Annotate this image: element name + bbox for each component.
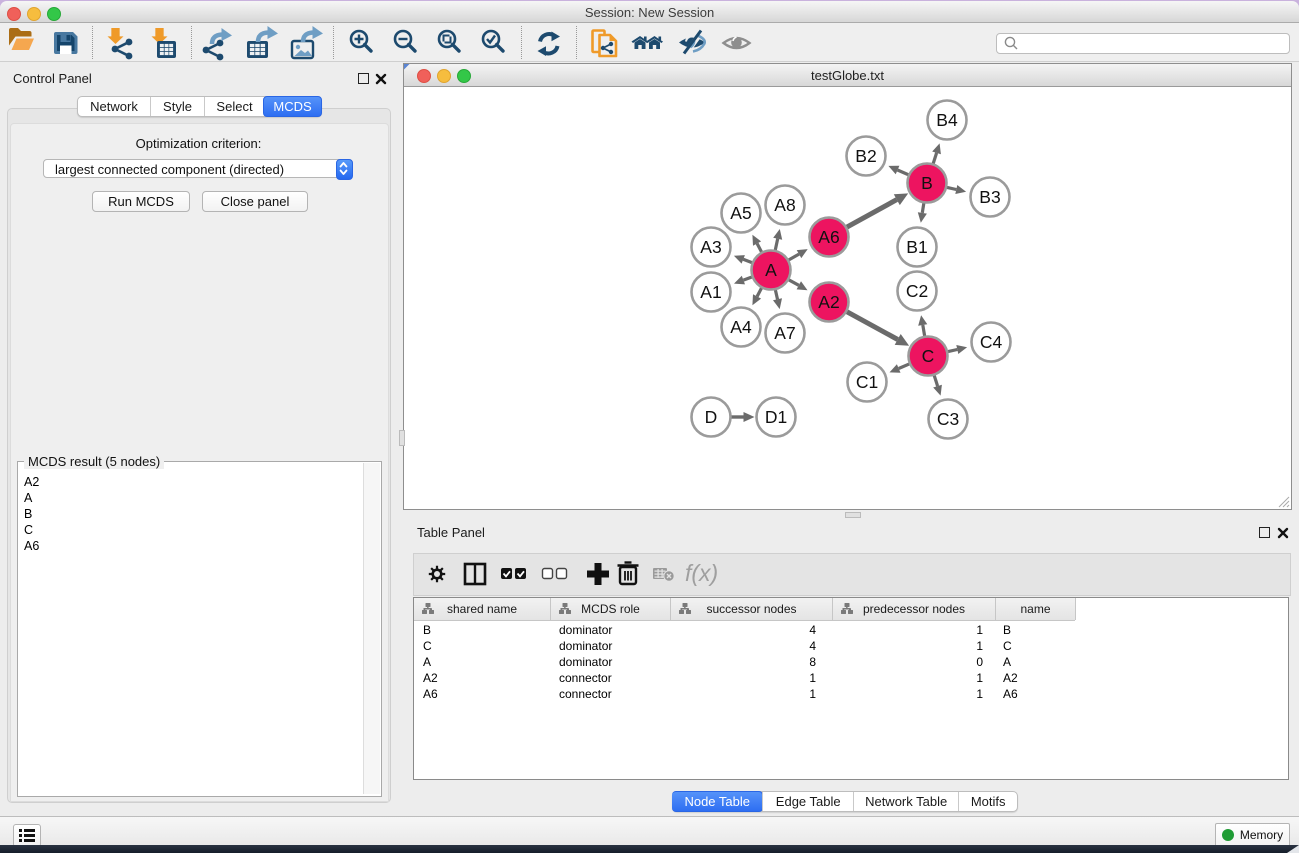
svg-text:A6: A6 (818, 227, 839, 247)
svg-text:A4: A4 (730, 317, 752, 337)
svg-text:C: C (922, 346, 935, 366)
svg-text:C3: C3 (937, 409, 959, 429)
svg-text:C4: C4 (980, 332, 1003, 352)
svg-text:A5: A5 (730, 203, 751, 223)
svg-text:A2: A2 (818, 292, 839, 312)
svg-text:B1: B1 (906, 237, 927, 257)
svg-text:C2: C2 (906, 281, 928, 301)
svg-text:D1: D1 (765, 407, 787, 427)
svg-text:A1: A1 (700, 282, 721, 302)
svg-text:B2: B2 (855, 146, 876, 166)
svg-text:B4: B4 (936, 110, 958, 130)
svg-text:A: A (765, 260, 777, 280)
svg-text:A7: A7 (774, 323, 795, 343)
svg-text:C1: C1 (856, 372, 878, 392)
svg-text:B3: B3 (979, 187, 1000, 207)
svg-text:A3: A3 (700, 237, 721, 257)
svg-text:A8: A8 (774, 195, 795, 215)
svg-text:B: B (921, 173, 933, 193)
svg-text:D: D (705, 407, 718, 427)
svg-text:f(x): f(x) (685, 560, 718, 586)
